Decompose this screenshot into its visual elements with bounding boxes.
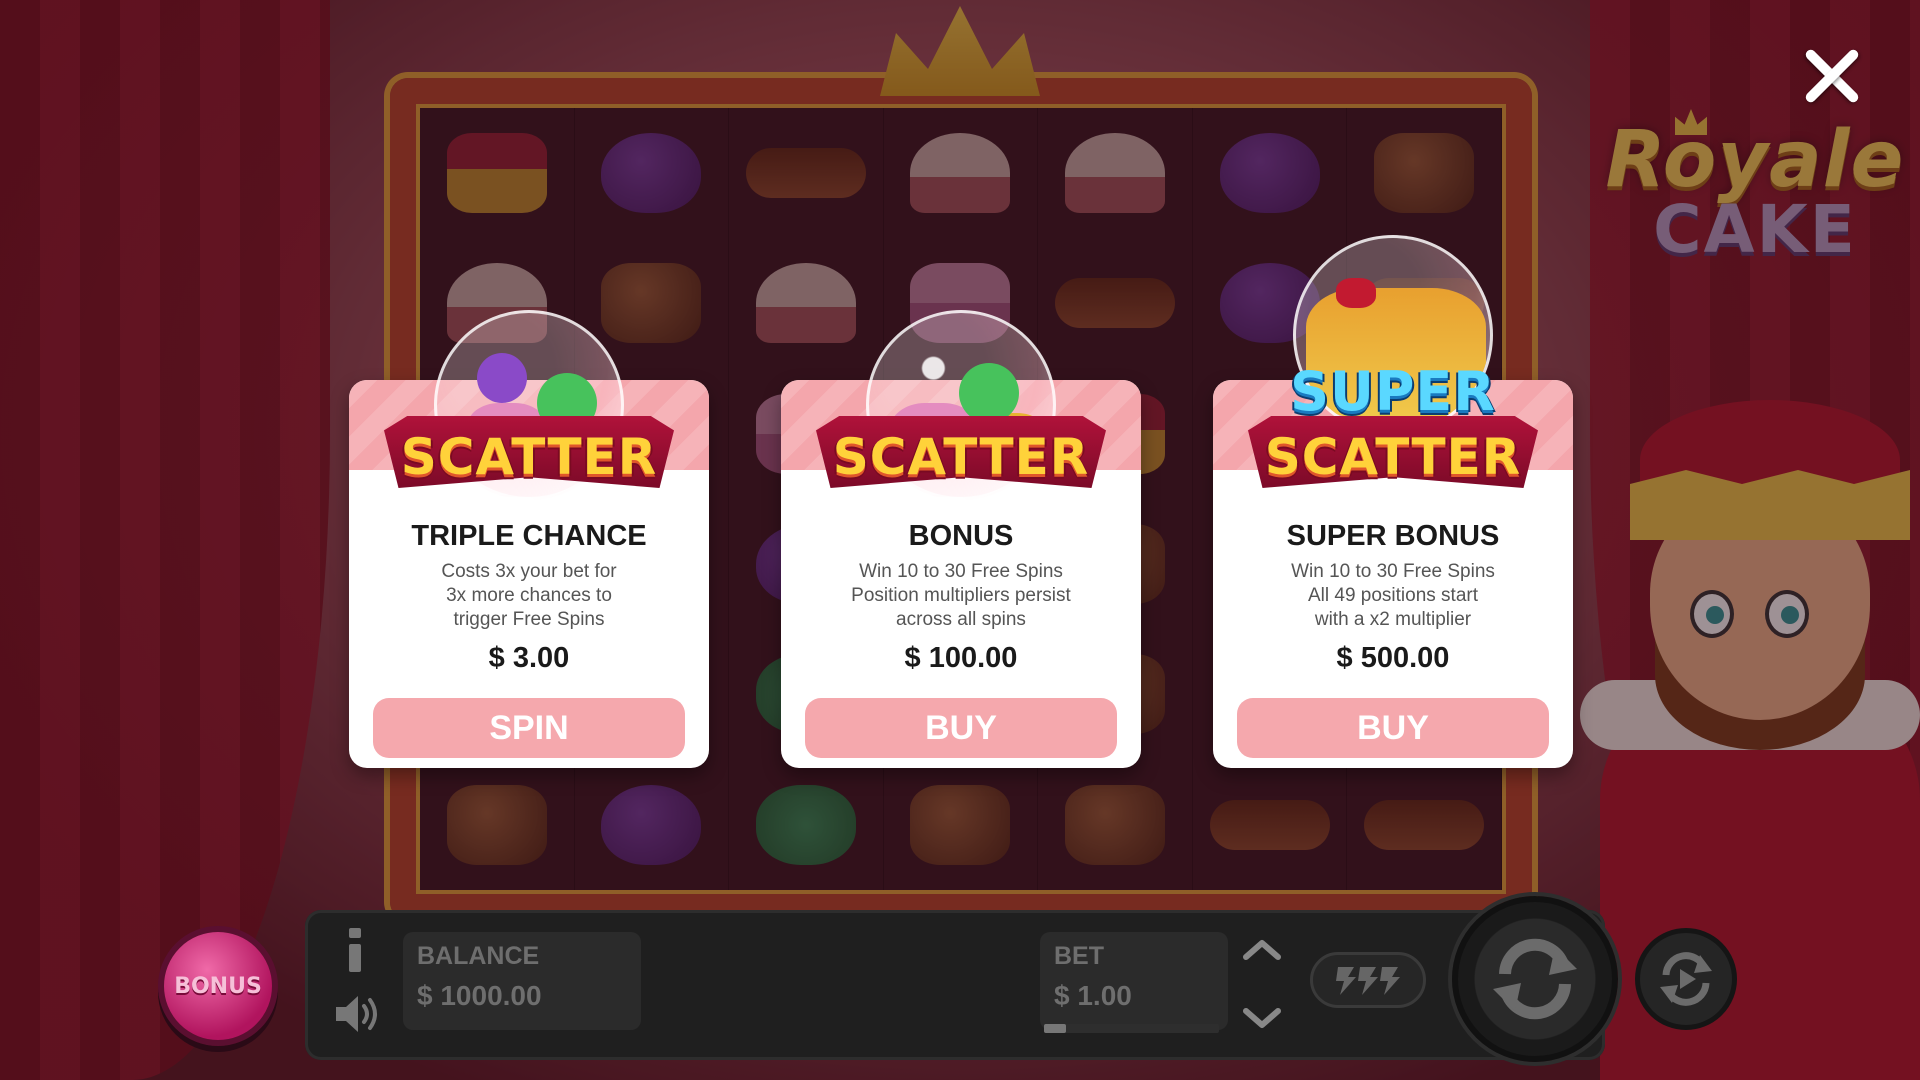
card-description-line: Win 10 to 30 Free Spins — [1291, 561, 1495, 582]
buy-super-bonus-button[interactable]: BUY — [1237, 698, 1549, 758]
autoplay-icon — [1660, 952, 1712, 1006]
clover-symbol-icon — [959, 363, 1019, 423]
balance-panel: BALANCE $ 1000.00 — [403, 932, 641, 1030]
bonus-buy-button[interactable]: BONUS — [158, 926, 278, 1046]
bet-down-icon[interactable] — [1243, 1008, 1281, 1028]
card-description-line: 3x more chances to — [446, 585, 612, 606]
autoplay-button[interactable] — [1635, 928, 1737, 1030]
card-description: Win 10 to 30 Free Spins All 49 positions… — [1233, 560, 1553, 632]
bonus-card-triple-chance: SCATTER TRIPLE CHANCE Costs 3x your bet … — [349, 310, 709, 768]
bet-level-indicator — [1044, 1024, 1066, 1033]
spin-icon — [1493, 938, 1577, 1020]
spin-button[interactable]: SPIN — [373, 698, 685, 758]
info-icon[interactable] — [340, 928, 370, 972]
scatter-badge-text: SCATTER — [832, 428, 1090, 486]
card-title: TRIPLE CHANCE — [411, 520, 647, 552]
card-description: Win 10 to 30 Free Spins Position multipl… — [801, 560, 1121, 632]
balance-value: $ 1000.00 — [417, 980, 542, 1011]
bet-level-track — [1044, 1024, 1219, 1033]
card-description-line: Costs 3x your bet for — [441, 561, 617, 582]
spin-main-button[interactable] — [1452, 896, 1618, 1062]
card-title: BONUS — [908, 520, 1014, 552]
card-description-line: with a x2 multiplier — [1314, 609, 1472, 630]
card-price: $ 100.00 — [904, 642, 1018, 674]
crown-jewel-icon — [1336, 278, 1376, 308]
bonus-card-bonus: SCATTER BONUS Win 10 to 30 Free Spins Po… — [781, 310, 1141, 768]
sound-icon[interactable] — [332, 992, 384, 1036]
turbo-icon — [1336, 967, 1400, 995]
card-description-line: All 49 positions start — [1307, 585, 1479, 606]
card-description-line: trigger Free Spins — [453, 609, 605, 630]
bet-stepper — [1243, 940, 1281, 1028]
info-icon-dot — [349, 928, 361, 938]
buy-bonus-button[interactable]: BUY — [805, 698, 1117, 758]
bet-label: BET — [1054, 942, 1104, 970]
card-price: $ 500.00 — [1336, 642, 1450, 674]
card-price: $ 3.00 — [488, 642, 570, 674]
macaron-symbol-icon — [477, 353, 527, 403]
super-badge-text: SUPER — [1290, 360, 1496, 423]
scatter-badge-text: SCATTER — [400, 428, 658, 486]
close-icon[interactable] — [1796, 40, 1868, 112]
bet-value: $ 1.00 — [1054, 980, 1132, 1011]
bonus-button-label: BONUS — [174, 973, 262, 999]
info-icon-bar — [349, 944, 361, 972]
bet-up-icon[interactable] — [1243, 940, 1281, 960]
scatter-badge-text: SCATTER — [1264, 428, 1522, 486]
turbo-button[interactable] — [1310, 952, 1426, 1008]
bonus-card-super-bonus: SUPER SCATTER SUPER BONUS Win 10 to 30 F… — [1213, 235, 1573, 768]
card-description-line: Win 10 to 30 Free Spins — [859, 561, 1063, 582]
bet-panel: BET $ 1.00 — [1040, 932, 1228, 1030]
card-description: Costs 3x your bet for 3x more chances to… — [369, 560, 689, 632]
balance-label: BALANCE — [417, 942, 540, 970]
card-description-line: across all spins — [896, 609, 1026, 630]
card-title: SUPER BONUS — [1286, 520, 1500, 552]
card-description-line: Position multipliers persist — [851, 585, 1071, 606]
